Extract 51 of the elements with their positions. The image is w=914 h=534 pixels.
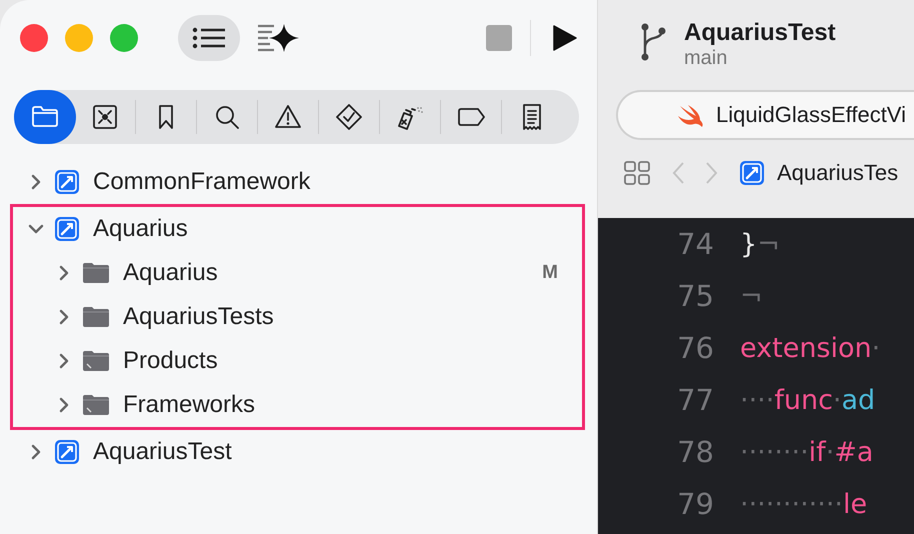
project-icon xyxy=(54,439,80,465)
search-icon xyxy=(213,103,241,131)
close-button[interactable] xyxy=(20,24,48,52)
folder-icon xyxy=(82,394,110,416)
square-target-icon xyxy=(91,103,119,131)
code-line: ¬ xyxy=(740,280,763,312)
chevron-right-icon[interactable] xyxy=(59,309,69,325)
line-number: 74 xyxy=(676,227,714,261)
project-title: AquariusTest xyxy=(684,18,836,46)
tree-item-label[interactable]: Aquarius xyxy=(93,215,188,243)
scheme-selector[interactable]: LiquidGlassEffectVi xyxy=(616,90,914,140)
list-icon xyxy=(192,26,226,50)
branch-name: main xyxy=(684,46,728,70)
tree-item-label[interactable]: Frameworks xyxy=(123,391,256,419)
line-number: 79 xyxy=(676,487,714,521)
project-icon xyxy=(54,169,80,195)
chevron-right-icon[interactable] xyxy=(59,397,69,413)
chevron-right-icon[interactable] xyxy=(59,353,69,369)
project-icon xyxy=(739,160,765,186)
chevron-right-icon[interactable] xyxy=(31,174,41,190)
branch-icon xyxy=(640,22,666,62)
code-line: }¬ xyxy=(740,228,780,260)
warning-icon xyxy=(274,103,302,131)
grid-icon[interactable] xyxy=(623,160,651,186)
tree-item-label[interactable]: AquariusTest xyxy=(93,438,232,466)
chevron-right-icon[interactable] xyxy=(59,265,69,281)
chevron-right-icon[interactable] xyxy=(31,444,41,460)
code-line: extension· xyxy=(740,332,880,364)
diamond-check-icon xyxy=(335,103,363,131)
code-line: ········if·#a xyxy=(740,436,874,468)
code-line: ····func·ad xyxy=(740,384,876,416)
chevron-down-icon[interactable] xyxy=(28,224,44,234)
run-button[interactable] xyxy=(553,25,577,51)
tree-item-label[interactable]: Products xyxy=(123,347,218,375)
tree-item-label[interactable]: AquariusTests xyxy=(123,303,274,331)
navigator-toggle-button[interactable] xyxy=(178,15,240,61)
stop-icon xyxy=(486,25,512,51)
folder-icon xyxy=(82,306,110,328)
folder-icon xyxy=(82,350,110,372)
breadcrumb-item[interactable]: AquariusTes xyxy=(777,160,898,186)
line-number: 76 xyxy=(676,331,714,365)
line-number: 75 xyxy=(676,279,714,313)
project-icon xyxy=(54,216,80,242)
tree-item-label[interactable]: Aquarius xyxy=(123,259,218,287)
line-number: 78 xyxy=(676,435,714,469)
status-label: M xyxy=(542,262,558,284)
code-line: ············le xyxy=(740,488,868,520)
play-icon xyxy=(553,25,577,51)
line-number: 77 xyxy=(676,383,714,417)
tree-item-label[interactable]: CommonFramework xyxy=(93,168,310,196)
folder-icon xyxy=(82,262,110,284)
